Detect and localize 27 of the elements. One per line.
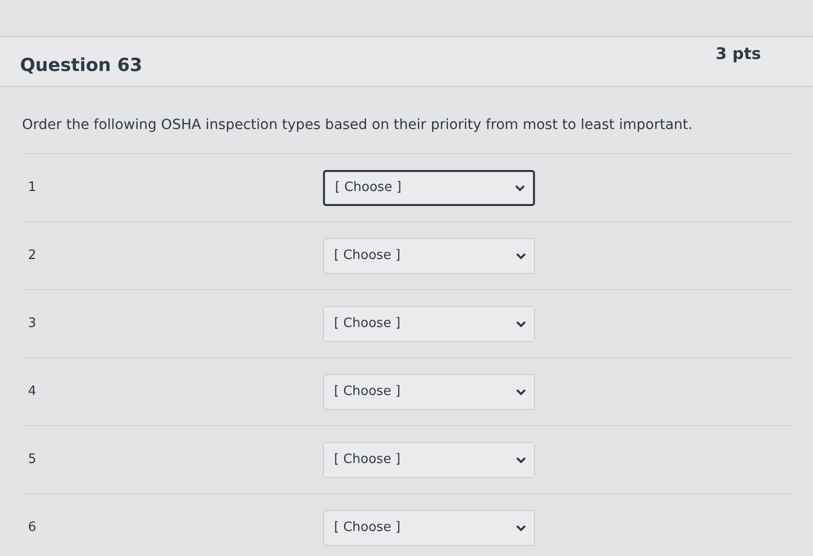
- dropdown-select[interactable]: [ Choose ]: [323, 238, 535, 274]
- dropdown-select[interactable]: [ Choose ]: [323, 510, 535, 546]
- chevron-down-icon: [515, 184, 525, 192]
- order-number: 2: [27, 248, 38, 263]
- dropdown-value: [ Choose ]: [334, 384, 400, 399]
- order-number: 3: [27, 316, 38, 331]
- dropdown-value: [ Choose ]: [334, 452, 400, 467]
- chevron-down-icon: [516, 456, 526, 464]
- chevron-down-icon: [516, 252, 526, 260]
- dropdown-select[interactable]: [ Choose ]: [323, 374, 535, 410]
- order-number: 1: [27, 180, 38, 195]
- question-title: Question 63: [20, 55, 142, 76]
- dropdown-select[interactable]: [ Choose ]: [323, 306, 535, 342]
- order-number: 5: [27, 452, 38, 467]
- chevron-down-icon: [516, 524, 526, 532]
- order-number: 6: [27, 520, 38, 535]
- dropdown-value: [ Choose ]: [334, 520, 400, 535]
- order-number: 4: [27, 384, 38, 399]
- dropdown-value: [ Choose ]: [334, 316, 400, 331]
- points-label: 3 pts: [716, 44, 761, 63]
- chevron-down-icon: [516, 388, 526, 396]
- dropdown-value: [ Choose ]: [334, 248, 400, 263]
- chevron-down-icon: [516, 320, 526, 328]
- dropdown-select[interactable]: [ Choose ]: [323, 442, 535, 478]
- question-prompt: Order the following OSHA inspection types based on their priority from most to least important.: [22, 117, 694, 133]
- dropdown-value: [ Choose ]: [335, 180, 402, 195]
- dropdown-select[interactable]: [ Choose ]: [323, 170, 535, 206]
